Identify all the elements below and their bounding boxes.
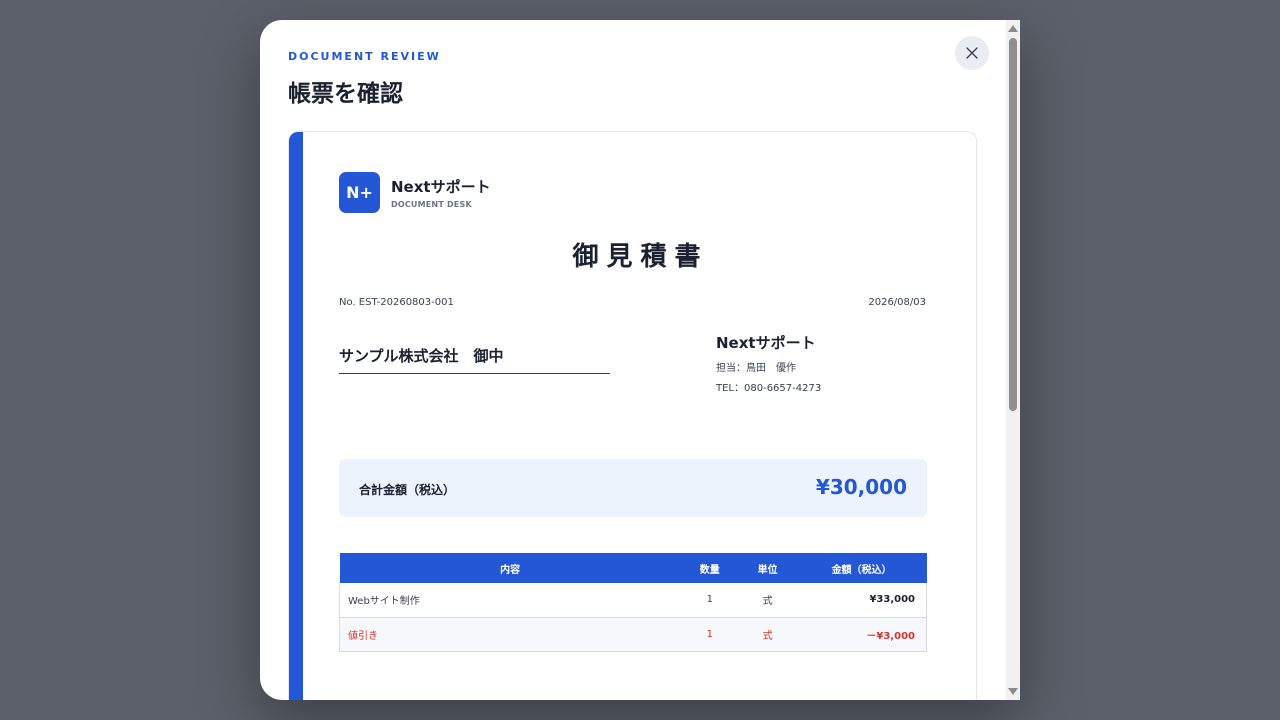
accent-bar <box>289 132 303 700</box>
row-amount: ¥33,000 <box>796 583 927 618</box>
row-unit: 式 <box>738 583 797 618</box>
line-items-table: 内容 数量 単位 金額（税込） Webサイト制作 1 式 ¥33,000 値引き… <box>338 553 927 652</box>
table-row: Webサイト制作 1 式 ¥33,000 <box>338 583 927 618</box>
total-value: ¥30,000 <box>815 475 907 499</box>
row-description: 値引き <box>338 617 681 652</box>
header-quantity: 数量 <box>680 553 739 583</box>
issuer-tel: TEL：080-6657-4273 <box>716 383 822 394</box>
header-amount: 金額（税込） <box>796 553 927 583</box>
scroll-down-arrow[interactable] <box>1008 688 1018 695</box>
total-amount-box: 合計金額（税込） ¥30,000 <box>339 459 927 517</box>
header-unit: 単位 <box>738 553 797 583</box>
row-quantity: 1 <box>680 583 739 618</box>
document-title: 御見積書 <box>572 242 709 272</box>
scroll-thumb[interactable] <box>1009 38 1017 411</box>
row-amount: －¥3,000 <box>796 617 927 652</box>
total-label: 合計金額（税込） <box>359 483 456 497</box>
vertical-scrollbar[interactable] <box>1006 20 1020 700</box>
brand-logo: N+ <box>339 172 380 213</box>
modal-eyebrow: DOCUMENT REVIEW <box>288 50 441 63</box>
row-unit: 式 <box>738 617 797 652</box>
scroll-up-arrow[interactable] <box>1008 25 1018 32</box>
close-icon <box>966 47 978 59</box>
close-button[interactable] <box>955 36 989 70</box>
table-header-row: 内容 数量 単位 金額（税込） <box>339 553 927 583</box>
header-description: 内容 <box>339 553 681 583</box>
row-description: Webサイト制作 <box>338 583 681 618</box>
document-date: 2026/08/03 <box>868 297 926 308</box>
modal-title: 帳票を確認 <box>288 81 403 107</box>
document-review-modal: DOCUMENT REVIEW 帳票を確認 N+ Nextサポート DOCUME… <box>260 20 1020 700</box>
issuer-name: Nextサポート <box>716 334 816 352</box>
issuer-contact: 担当：鳥田 優作 <box>716 363 796 374</box>
document-preview: N+ Nextサポート DOCUMENT DESK 御見積書 No. EST-2… <box>288 131 977 700</box>
brand-name: Nextサポート <box>391 178 491 196</box>
row-quantity: 1 <box>680 617 739 652</box>
client-name: サンプル株式会社 御中 <box>339 345 610 374</box>
document-number: No. EST-20260803-001 <box>339 297 454 308</box>
table-row: 値引き 1 式 －¥3,000 <box>338 617 927 652</box>
brand-subtitle: DOCUMENT DESK <box>391 200 472 209</box>
